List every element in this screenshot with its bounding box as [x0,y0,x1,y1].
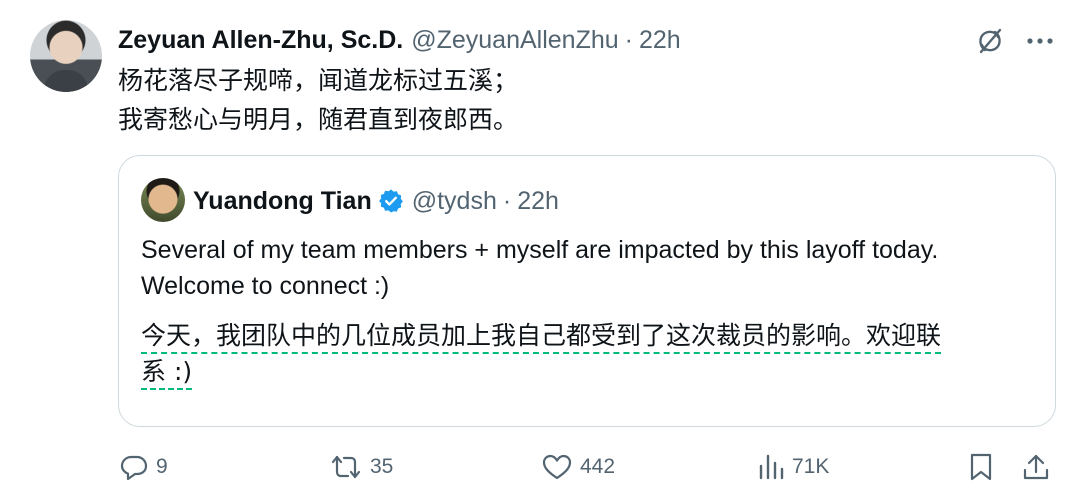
share-button[interactable] [1022,447,1050,487]
avatar-shirt [44,70,88,92]
views-button[interactable]: 71K [758,447,829,487]
author-avatar[interactable] [30,20,102,92]
more-icon[interactable] [1022,24,1058,58]
quoted-author-avatar[interactable] [141,178,185,222]
like-count: 442 [580,455,616,478]
tweet-text: 杨花落尽子规啼，闻道龙标过五溪； 我寄愁心与明月，随君直到夜郎西。 [118,61,518,139]
quoted-author-name[interactable]: Yuandong Tian [193,184,372,218]
retweet-icon [331,455,361,479]
translation-line: 系 :) [141,357,193,390]
tweet[interactable]: Zeyuan Allen-Zhu, Sc.D. @ZeyuanAllenZhu … [0,0,1080,502]
bookmark-button[interactable] [969,447,993,487]
tweet-header: Zeyuan Allen-Zhu, Sc.D. @ZeyuanAllenZhu … [118,24,681,56]
views-count: 71K [792,455,830,478]
like-button[interactable]: 442 [542,447,615,487]
tweet-text-line: 我寄愁心与明月，随君直到夜郎西。 [118,105,519,134]
author-handle[interactable]: @ZeyuanAllenZhu [411,24,618,56]
reply-count: 9 [156,455,168,478]
quoted-author-handle[interactable]: @tydsh [412,184,497,218]
translation-line-wrap: 今天，我团队中的几位成员加上我自己都受到了这次裁员的影响。欢迎联 [141,318,1041,354]
verified-badge-icon [378,188,404,214]
quoted-tweet[interactable]: Yuandong Tian @tydsh · 22h Several of my… [118,155,1056,427]
separator-dot: · [502,187,512,215]
translation-line: 今天，我团队中的几位成员加上我自己都受到了这次裁员的影响。欢迎联 [141,321,942,354]
separator-dot: · [624,26,633,54]
reply-icon [120,455,148,481]
bookmark-icon [970,453,992,481]
tweet-text-line: 杨花落尽子规啼，闻道龙标过五溪； [118,66,519,95]
share-icon [1023,454,1049,480]
retweet-count: 35 [370,455,394,478]
reply-button[interactable]: 9 [120,447,168,487]
action-bar: 9 35 442 71K [116,447,1056,487]
quoted-text-line: Welcome to connect :) [141,272,390,300]
heart-icon [542,454,572,480]
translation-line-wrap: 系 :) [141,354,1041,390]
quoted-tweet-header: Yuandong Tian @tydsh · 22h [193,184,559,218]
quoted-tweet-translation: 今天，我团队中的几位成员加上我自己都受到了这次裁员的影响。欢迎联 系 :) [141,318,1041,390]
quoted-text-line: Several of my team members + myself are … [141,236,939,264]
grok-icon[interactable] [972,24,1008,58]
retweet-button[interactable]: 35 [330,447,393,487]
views-icon [759,454,784,480]
author-name[interactable]: Zeyuan Allen-Zhu, Sc.D. [118,24,403,56]
tweet-time[interactable]: 22h [639,24,681,56]
quoted-tweet-time[interactable]: 22h [517,184,559,218]
quoted-tweet-text: Several of my team members + myself are … [141,232,1041,304]
